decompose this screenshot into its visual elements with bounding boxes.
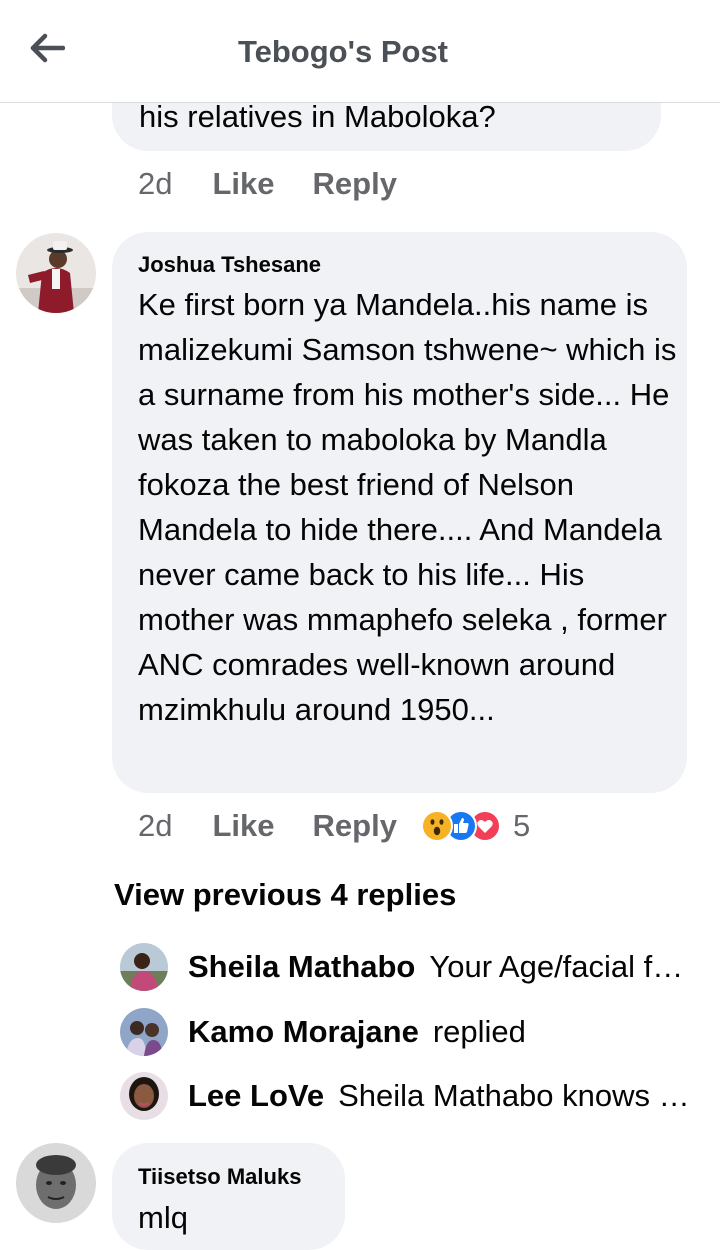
comment-author[interactable]: Joshua Tshesane <box>138 252 321 278</box>
reply-preview-row[interactable]: Lee LoVe Sheila Mathabo knows more.. <box>120 1071 690 1121</box>
comment-text: mlq <box>138 1200 188 1235</box>
top-bar: Tebogo's Post <box>0 0 720 103</box>
reply-button[interactable]: Reply <box>313 166 397 202</box>
comment-author[interactable]: Tiisetso Maluks <box>138 1164 301 1190</box>
avatar[interactable] <box>16 233 96 313</box>
reaction-count: 5 <box>512 808 531 843</box>
reply-snippet: Your Age/facial features.. <box>429 949 690 984</box>
reply-button[interactable]: Reply <box>313 808 397 844</box>
reply-author: Sheila Mathabo <box>188 949 416 984</box>
reply-snippet: Sheila Mathabo knows more.. <box>338 1078 690 1113</box>
reply-preview-row[interactable]: Sheila Mathabo Your Age/facial features.… <box>120 942 690 992</box>
reply-author: Lee LoVe <box>188 1078 325 1113</box>
reactions-summary[interactable]: 5 <box>420 808 531 844</box>
comment-actions-previous: 2d Like Reply <box>138 166 435 202</box>
view-previous-replies-link[interactable]: View previous 4 replies <box>114 877 456 913</box>
comment-actions: 2d Like Reply 5 <box>138 808 530 844</box>
comment-bubble: Joshua Tshesane Ke first born ya Mandela… <box>112 232 687 793</box>
avatar <box>120 1072 168 1120</box>
comment-time: 2d <box>138 808 173 843</box>
wow-icon <box>420 810 453 842</box>
like-button[interactable]: Like <box>212 808 274 844</box>
reply-author: Kamo Morajane <box>188 1014 419 1049</box>
reply-snippet: replied <box>432 1014 526 1049</box>
like-button[interactable]: Like <box>212 166 274 202</box>
reply-preview-row[interactable]: Kamo Morajane replied <box>120 1007 690 1057</box>
comment-text: Ke first born ya Mandela..his name is ma… <box>138 287 677 727</box>
comment-time: 2d <box>138 166 173 201</box>
comment-bubble: Tiisetso Maluks mlq <box>112 1143 345 1250</box>
page-title: Tebogo's Post <box>237 34 449 69</box>
avatar[interactable] <box>16 1143 96 1223</box>
avatar <box>120 943 168 991</box>
avatar <box>120 1008 168 1056</box>
